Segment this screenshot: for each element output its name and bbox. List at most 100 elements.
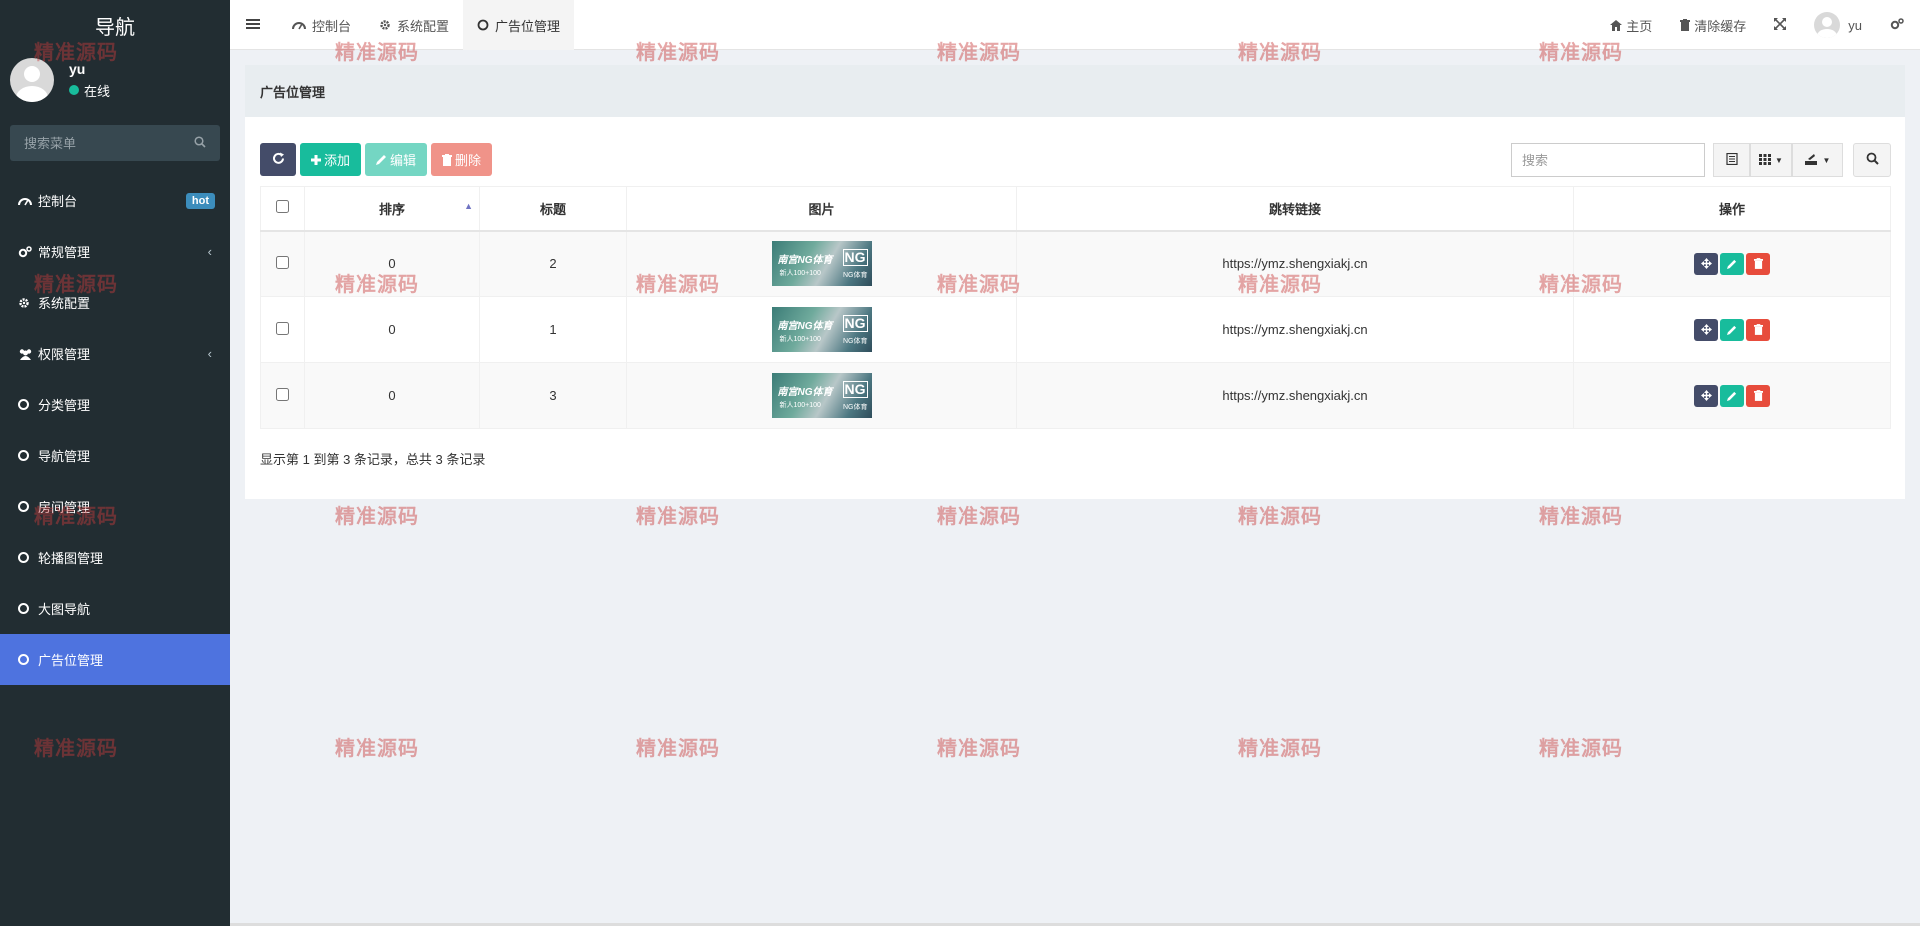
select-all-checkbox[interactable]: [276, 200, 289, 214]
top-navbar: 控制台 系统配置 广告位管理 主页 清除缓存 yu: [230, 0, 1920, 50]
fullscreen-button[interactable]: [1760, 0, 1800, 50]
export-dropdown[interactable]: ▼: [1792, 143, 1843, 177]
sidebar-item-general[interactable]: 常规管理 ‹: [0, 226, 230, 277]
watermark-text: 精准源码: [335, 504, 419, 528]
tab-label: 控制台: [312, 18, 352, 34]
row-edit-button[interactable]: [1720, 252, 1744, 275]
trash-icon: [1753, 390, 1763, 401]
row-checkbox[interactable]: [276, 255, 289, 269]
user-panel: yu 在线: [10, 58, 110, 102]
actions-cell: [1573, 362, 1891, 429]
sidebar-item-label: 房间管理: [38, 500, 91, 515]
table-search: [1511, 143, 1705, 177]
expand-icon: [1774, 17, 1787, 33]
chevron-left-icon: ‹: [207, 244, 212, 259]
pencil-icon: [1727, 259, 1737, 269]
drag-button[interactable]: [1694, 252, 1718, 275]
sidebar-item-navigation[interactable]: 导航管理: [0, 430, 230, 481]
image-cell: 南宫NG体育 新人100+100 NG NG体育: [626, 296, 1017, 363]
users-icon: [18, 348, 38, 360]
column-header-title[interactable]: 标题: [479, 186, 627, 232]
link-cell: https://ymz.shengxiakj.cn: [1016, 362, 1574, 429]
sidebar-item-dashboard[interactable]: 控制台 hot: [0, 175, 230, 226]
row-delete-button[interactable]: [1746, 252, 1770, 275]
search-input[interactable]: [1511, 143, 1705, 177]
brand-logo[interactable]: 导航: [0, 0, 230, 50]
row-checkbox[interactable]: [276, 321, 289, 335]
sidebar-item-label: 导航管理: [38, 449, 91, 464]
toolbar: 添加 编辑 删除: [260, 143, 496, 176]
dashboard-icon: [292, 19, 306, 31]
avatar: [10, 58, 54, 102]
ad-image[interactable]: 南宫NG体育 新人100+100 NG NG体育: [771, 307, 872, 352]
move-icon: [1700, 390, 1712, 401]
sidebar-item-system-config[interactable]: 系统配置: [0, 277, 230, 328]
edit-button[interactable]: 编辑: [365, 143, 428, 176]
tab-bar: 控制台 系统配置 广告位管理: [278, 0, 575, 50]
edit-label: 编辑: [390, 153, 417, 168]
sidebar-item-rooms[interactable]: 房间管理: [0, 481, 230, 532]
table-row: 0 2 南宫NG体育 新人100+100 NG NG体育 https://ymz…: [260, 230, 1891, 297]
watermark-text: 精准源码: [1539, 736, 1623, 760]
row-edit-button[interactable]: [1720, 318, 1744, 341]
column-header-image: 图片: [626, 186, 1017, 232]
menu-toggle-icon[interactable]: [246, 17, 260, 35]
sidebar-item-category[interactable]: 分类管理: [0, 379, 230, 430]
trash-icon: [1680, 19, 1691, 31]
online-dot-icon: [69, 85, 79, 95]
watermark-text: 精准源码: [1238, 504, 1322, 528]
sidebar-menu: 控制台 hot 常规管理 ‹ 系统配置 权限管理 ‹ 分类管理 导航管理 房间管…: [0, 175, 230, 685]
drag-button[interactable]: [1694, 318, 1718, 341]
pencil-icon: [1727, 325, 1737, 335]
navbar-right: 主页 清除缓存 yu: [1596, 0, 1920, 50]
pencil-icon: [376, 154, 387, 165]
sidebar: 导航 yu 在线 控制台 hot 常规管理 ‹: [0, 0, 230, 926]
sort-cell: 0: [304, 362, 480, 429]
hot-badge: hot: [185, 192, 215, 209]
home-link[interactable]: 主页: [1596, 0, 1666, 50]
search-toggle-button[interactable]: [1853, 143, 1891, 177]
row-delete-button[interactable]: [1746, 318, 1770, 341]
sidebar-item-big-image-nav[interactable]: 大图导航: [0, 583, 230, 634]
tab-system-config[interactable]: 系统配置: [365, 0, 463, 50]
row-delete-button[interactable]: [1746, 384, 1770, 407]
menu-search-input[interactable]: [24, 135, 194, 151]
columns-dropdown[interactable]: ▼: [1750, 143, 1792, 177]
circle-icon: [477, 19, 489, 31]
sidebar-item-carousel[interactable]: 轮播图管理: [0, 532, 230, 583]
sidebar-item-label: 控制台: [38, 194, 78, 209]
row-edit-button[interactable]: [1720, 384, 1744, 407]
sidebar-item-ad-slots[interactable]: 广告位管理: [0, 634, 230, 685]
add-button[interactable]: 添加: [300, 143, 362, 176]
search-icon[interactable]: [194, 135, 206, 151]
watermark-text: 精准源码: [937, 736, 1021, 760]
column-header-link: 跳转链接: [1016, 186, 1574, 232]
refresh-button[interactable]: [260, 143, 296, 176]
trash-icon: [442, 153, 453, 166]
sidebar-item-permissions[interactable]: 权限管理 ‹: [0, 328, 230, 379]
select-all-cell: [260, 186, 305, 232]
settings-button[interactable]: [1876, 0, 1920, 50]
row-checkbox[interactable]: [276, 387, 289, 401]
delete-button[interactable]: 删除: [431, 143, 493, 176]
add-label: 添加: [324, 153, 351, 168]
home-label: 主页: [1626, 18, 1653, 34]
table-header-row: 排序 ▲ 标题 图片 跳转链接 操作: [260, 186, 1891, 232]
sort-cell: 0: [304, 296, 480, 363]
ad-image[interactable]: 南宫NG体育 新人100+100 NG NG体育: [771, 241, 872, 287]
tab-ad-slots[interactable]: 广告位管理: [463, 0, 575, 50]
actions-cell: [1573, 230, 1891, 297]
move-icon: [1700, 258, 1712, 270]
drag-button[interactable]: [1694, 384, 1718, 407]
circle-icon: [18, 603, 29, 614]
tab-dashboard[interactable]: 控制台: [278, 0, 365, 50]
ad-image[interactable]: 南宫NG体育 新人100+100 NG NG体育: [771, 373, 872, 418]
table-tools: ▼ ▼: [1713, 143, 1891, 177]
user-menu[interactable]: yu: [1800, 0, 1876, 50]
tab-label: 广告位管理: [495, 18, 561, 34]
toggle-view-button[interactable]: [1713, 143, 1750, 177]
column-header-sort[interactable]: 排序 ▲: [304, 186, 480, 232]
sidebar-item-label: 轮播图管理: [38, 551, 104, 566]
sort-cell: 0: [304, 230, 480, 297]
clear-cache-button[interactable]: 清除缓存: [1666, 0, 1760, 50]
